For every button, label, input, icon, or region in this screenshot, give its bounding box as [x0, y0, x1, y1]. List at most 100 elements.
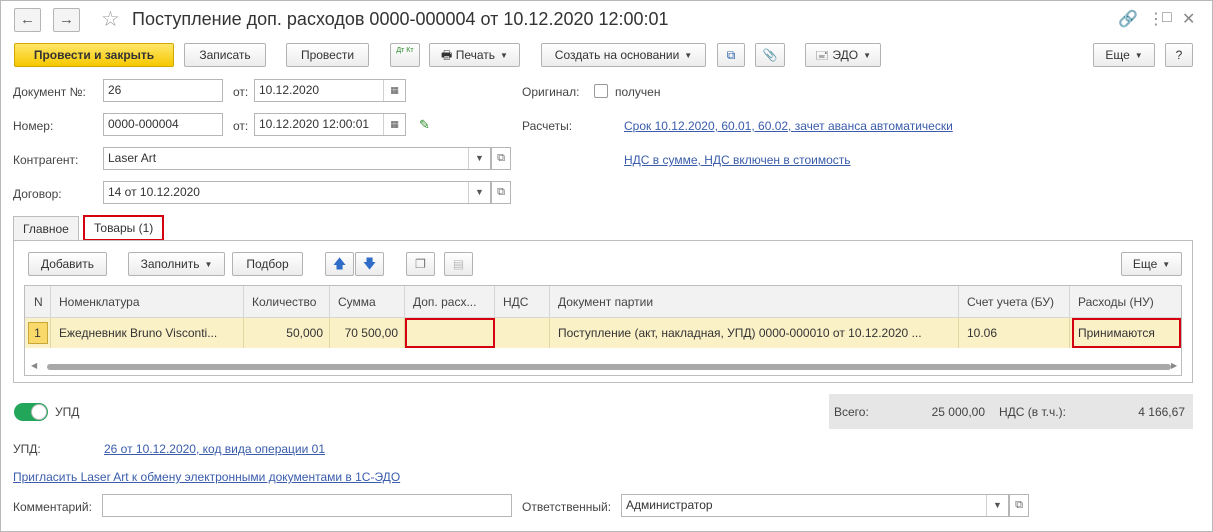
column-header-qty[interactable]: Количество — [244, 286, 330, 318]
edit-number-icon[interactable]: ✎ — [419, 117, 430, 133]
close-icon[interactable]: ✕ — [1182, 9, 1195, 29]
doc-date-field[interactable]: 10.12.2020 ▦ — [254, 79, 406, 102]
copy-row-button[interactable]: ❐ — [406, 252, 435, 276]
chevron-down-icon: ▼ — [204, 260, 213, 269]
column-header-account[interactable]: Счет учета (БУ) — [959, 286, 1070, 318]
arrow-up-icon: 🡅 — [332, 256, 347, 271]
responsible-field[interactable]: Администратор ▼ — [621, 494, 1009, 517]
original-label: Оригинал: — [522, 85, 580, 99]
open-responsible-button[interactable]: ⧉ — [1009, 494, 1029, 517]
doc-no-label: Документ №: — [13, 85, 86, 99]
table-row[interactable]: 1 — [25, 318, 51, 348]
cell-qty[interactable]: 50,000 — [244, 318, 330, 348]
calendar-icon[interactable]: ▦ — [383, 80, 405, 101]
contractor-field[interactable]: Laser Art ▼ — [103, 147, 491, 170]
dropdown-icon[interactable]: ▼ — [468, 148, 490, 169]
pick-button[interactable]: Подбор — [232, 252, 303, 276]
chevron-down-icon: ▼ — [863, 51, 871, 60]
cell-item[interactable]: Ежедневник Bruno Visconti... — [51, 318, 244, 348]
document-structure-icon: ⧉ — [726, 48, 736, 62]
arrow-down-icon: 🡇 — [362, 256, 377, 271]
totals-panel: Всего: 25 000,00 НДС (в т.ч.): 4 166,67 — [829, 394, 1193, 429]
highlight-extra-cell — [405, 318, 495, 348]
arrow-right-icon: → — [59, 11, 74, 28]
upd-label: УПД: — [13, 442, 41, 456]
table-more-button[interactable]: Еще ▼ — [1121, 252, 1182, 276]
vat-settings-link[interactable]: НДС в сумме, НДС включен в стоимость — [624, 153, 851, 167]
forward-button[interactable]: → — [53, 8, 80, 32]
back-button[interactable]: ← — [14, 8, 41, 32]
column-header-expenses[interactable]: Расходы (НУ) — [1070, 286, 1181, 318]
debit-credit-icon: Дт Кт — [396, 47, 414, 54]
upd-toggle[interactable] — [14, 403, 48, 421]
total-value: 25 000,00 — [931, 405, 985, 419]
number-field[interactable]: 0000-000004 — [103, 113, 223, 136]
doc-date-label: от: — [233, 85, 249, 99]
number-label: Номер: — [13, 119, 54, 133]
dropdown-icon[interactable]: ▼ — [986, 495, 1008, 516]
cell-vat[interactable] — [495, 318, 550, 348]
invite-edo-link[interactable]: Пригласить Laser Art к обмену электронны… — [13, 470, 400, 484]
link-icon[interactable]: 🔗 — [1118, 9, 1138, 29]
scrollbar-thumb[interactable] — [47, 364, 1171, 370]
chevron-down-icon: ▼ — [1162, 260, 1171, 269]
cell-batch-doc[interactable]: Поступление (акт, накладная, УПД) 0000-0… — [550, 318, 959, 348]
cell-account[interactable]: 10.06 — [959, 318, 1070, 348]
maximize-icon[interactable]: □ — [1162, 9, 1172, 27]
save-button[interactable]: Записать — [184, 43, 266, 67]
comment-field[interactable] — [102, 494, 512, 517]
column-header-sum[interactable]: Сумма — [330, 286, 405, 318]
column-header-item[interactable]: Номенклатура — [51, 286, 244, 318]
open-contractor-button[interactable]: ⧉ — [491, 147, 511, 170]
contractor-label: Контрагент: — [13, 153, 79, 167]
doc-no-field[interactable]: 26 — [103, 79, 223, 102]
print-label: Печать — [455, 48, 496, 62]
calendar-icon[interactable]: ▦ — [383, 114, 405, 135]
copy-icon: ❐ — [415, 257, 426, 271]
add-row-button[interactable]: Добавить — [28, 252, 107, 276]
table-more-label: Еще — [1132, 257, 1158, 271]
scroll-right-icon[interactable]: ▶ — [1171, 361, 1177, 370]
favorite-star-icon[interactable]: ☆ — [101, 7, 120, 32]
dropdown-icon[interactable]: ▼ — [468, 182, 490, 203]
open-window-icon: ⧉ — [497, 186, 505, 198]
post-button[interactable]: Провести — [286, 43, 369, 67]
total-label: Всего: — [834, 405, 869, 419]
fill-label: Заполнить — [140, 257, 200, 271]
vat-total-value: 4 166,67 — [1138, 405, 1185, 419]
calc-settings-link[interactable]: Срок 10.12.2020, 60.01, 60.02, зачет ава… — [624, 119, 953, 133]
printer-icon: 🖶 — [441, 48, 453, 62]
paste-row-button[interactable]: ▤ — [444, 252, 473, 276]
column-header-vat[interactable]: НДС — [495, 286, 550, 318]
edo-icon: 🖃 — [815, 48, 830, 62]
upd-link[interactable]: 26 от 10.12.2020, код вида операции 01 — [104, 442, 325, 456]
original-received-checkbox[interactable] — [594, 84, 608, 98]
scroll-left-icon[interactable]: ◀ — [31, 361, 37, 370]
open-contract-button[interactable]: ⧉ — [491, 181, 511, 204]
column-header-batch-doc[interactable]: Документ партии — [550, 286, 959, 318]
number-date-label: от: — [233, 119, 249, 133]
post-and-close-button[interactable]: Провести и закрыть — [14, 43, 174, 67]
number-date-field[interactable]: 10.12.2020 12:00:01 ▦ — [254, 113, 406, 136]
fill-button[interactable]: Заполнить ▼ — [128, 252, 225, 276]
tab-goods[interactable]: Товары (1) — [83, 215, 165, 241]
move-up-button[interactable]: 🡅 — [325, 252, 354, 276]
column-header-n[interactable]: N — [25, 286, 51, 318]
edo-button[interactable]: 🖃 ЭДО ▼ — [805, 43, 881, 67]
open-window-icon: ⧉ — [1015, 499, 1023, 511]
chevron-down-icon: ▼ — [500, 51, 508, 60]
horizontal-scrollbar[interactable]: ◀ ▶ — [25, 359, 1181, 375]
more-button[interactable]: Еще ▼ — [1093, 43, 1155, 67]
cell-sum[interactable]: 70 500,00 — [330, 318, 405, 348]
column-header-extra[interactable]: Доп. расх... — [405, 286, 495, 318]
tab-main[interactable]: Главное — [13, 216, 79, 241]
comment-label: Комментарий: — [13, 500, 92, 514]
help-button[interactable]: ? — [1165, 43, 1193, 67]
structure-button[interactable]: ⧉ — [717, 43, 745, 67]
print-button[interactable]: 🖶 Печать ▼ — [429, 43, 520, 67]
create-based-on-button[interactable]: Создать на основании ▼ — [541, 43, 706, 67]
contract-field[interactable]: 14 от 10.12.2020 ▼ — [103, 181, 491, 204]
dt-kt-button[interactable]: Дт Кт — [390, 43, 420, 67]
move-down-button[interactable]: 🡇 — [355, 252, 384, 276]
attachments-button[interactable]: 📎 — [755, 43, 785, 67]
